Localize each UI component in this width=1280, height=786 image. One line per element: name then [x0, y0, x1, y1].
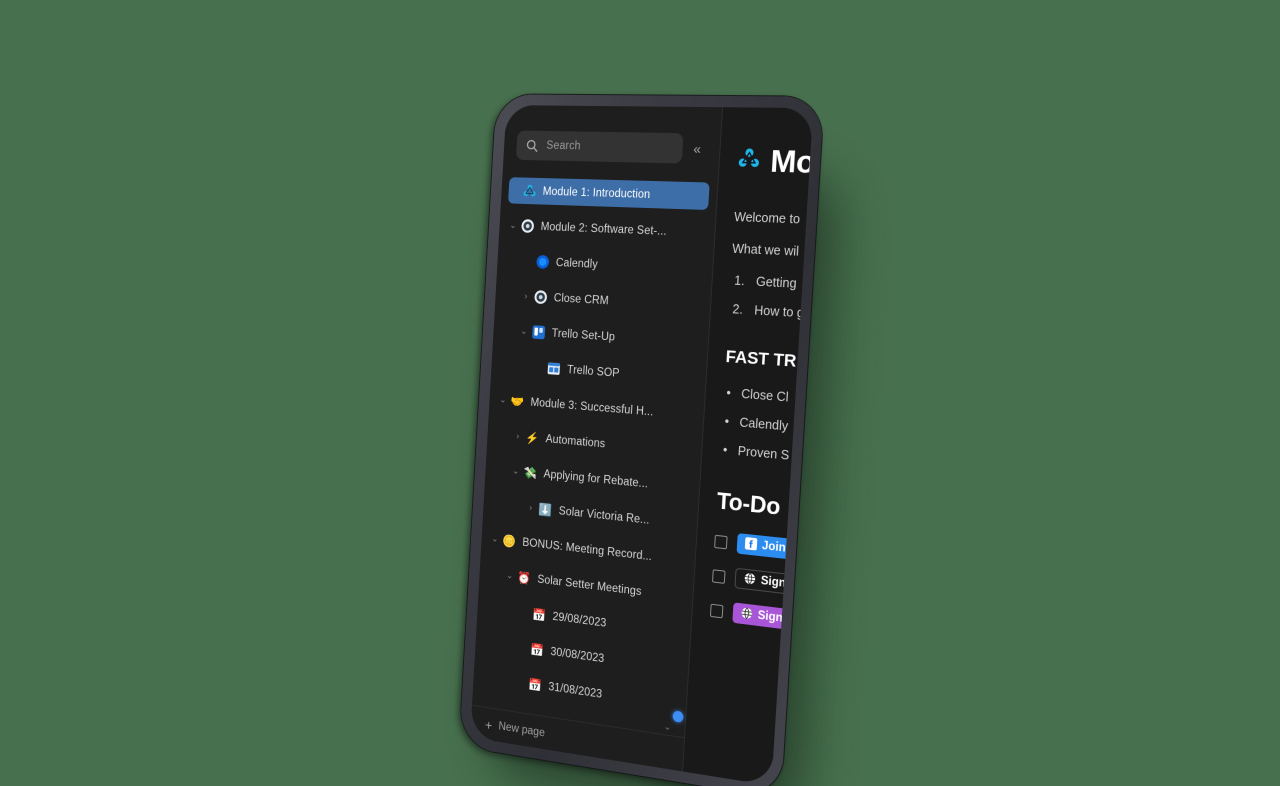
- globe-icon: [743, 571, 756, 588]
- tablet-device-frame: Search « Module 1: Introduction ⌄ Module 2…: [459, 94, 825, 786]
- notion-cube-icon: [521, 183, 538, 199]
- chevron-down-icon[interactable]: ⌄: [488, 533, 501, 544]
- sidebar-item-label: Solar Setter Meetings: [537, 573, 642, 598]
- todo-list: Join Sign Sign: [709, 531, 796, 630]
- sidebar-item-label: Module 1: Introduction: [542, 185, 651, 201]
- chevron-down-icon[interactable]: ⌄: [503, 570, 516, 581]
- device-screen: Search « Module 1: Introduction ⌄ Module 2…: [470, 105, 814, 786]
- page-header: Modu: [736, 142, 814, 182]
- chevron-right-icon[interactable]: ›: [519, 291, 532, 301]
- todo-link-button[interactable]: Sign: [734, 567, 796, 596]
- sidebar-item-label: Trello SOP: [566, 363, 620, 380]
- sidebar-item-label: Solar Victoria Re...: [558, 504, 650, 527]
- globe-icon: [740, 606, 753, 623]
- numbered-list: 1. Getting 2. How to g: [728, 273, 804, 320]
- list-text: How to g: [753, 303, 805, 321]
- sidebar-item-label: Applying for Rebate...: [543, 468, 649, 490]
- intro-paragraph-1: Welcome to: [733, 209, 801, 227]
- chevron-down-icon[interactable]: ⌄: [506, 220, 519, 230]
- page-title: Modu: [769, 142, 814, 182]
- sidebar-item-label: 31/08/2023: [548, 680, 603, 701]
- sidebar-item-label: Automations: [545, 432, 606, 450]
- todo-link-label: Sign: [760, 574, 787, 590]
- bullet-item: Close Cl: [723, 385, 796, 405]
- new-page-label: New page: [498, 720, 546, 739]
- sidebar-item-label: 30/08/2023: [550, 645, 605, 665]
- sidebar-item-label: Module 2: Software Set-...: [540, 220, 668, 238]
- todo-item: Sign: [712, 565, 796, 596]
- bullet-item: Calendly: [721, 414, 794, 434]
- todo-link-button[interactable]: Join: [736, 533, 795, 560]
- sidebar-header: Search «: [503, 105, 722, 172]
- chevron-down-icon[interactable]: ⌄: [517, 326, 530, 337]
- search-input[interactable]: Search: [515, 130, 684, 164]
- chevron-placeholder: [514, 682, 527, 684]
- list-number: 1.: [733, 273, 746, 289]
- todo-checkbox[interactable]: [712, 568, 726, 584]
- chevron-right-icon[interactable]: ›: [524, 502, 537, 513]
- trello-board-icon: [545, 360, 562, 377]
- sidebar-item-label: Close CRM: [553, 291, 610, 307]
- todo-checkbox[interactable]: [709, 603, 724, 618]
- lightning-emoji: ⚡: [524, 430, 540, 445]
- calendar-emoji: 📅: [529, 641, 545, 658]
- list-number: 2.: [732, 302, 744, 317]
- sidebar-item-label: 29/08/2023: [552, 610, 607, 630]
- chevron-placeholder: [516, 647, 529, 649]
- chevron-down-icon[interactable]: ⌄: [509, 466, 522, 476]
- todo-link-button[interactable]: Sign: [732, 602, 792, 630]
- search-icon: [525, 138, 539, 153]
- sidebar: Search « Module 1: Introduction ⌄ Module 2…: [470, 105, 724, 772]
- sidebar-item-label: Module 3: Successful H...: [530, 396, 654, 419]
- screenshot-stage: Search « Module 1: Introduction ⌄ Module 2…: [0, 0, 1280, 786]
- handshake-emoji: 🤝: [510, 393, 525, 409]
- sidebar-item[interactable]: › Close CRM: [519, 283, 703, 320]
- sidebar-item-label: Trello Set-Up: [551, 327, 616, 344]
- bullet-item: Proven S: [720, 442, 793, 463]
- calendar-emoji: 📅: [531, 606, 547, 623]
- page-tree: Module 1: Introduction ⌄ Module 2: Softwar…: [472, 167, 718, 737]
- numbered-list-item: 2. How to g: [728, 302, 804, 320]
- todo-item: Join: [714, 531, 795, 560]
- todo-link-label: Sign: [757, 609, 784, 625]
- trello-icon: [530, 324, 547, 341]
- notion-cube-icon: [737, 146, 762, 175]
- chevron-placeholder: [533, 367, 546, 368]
- todo-checkbox[interactable]: [714, 534, 728, 549]
- todo-item: Sign: [709, 600, 792, 630]
- bonus-coin-emoji: 🪙: [502, 533, 517, 549]
- numbered-list-item: 1. Getting: [730, 273, 803, 291]
- sidebar-item-label: BONUS: Meeting Record...: [522, 536, 653, 563]
- sidebar-item[interactable]: Module 1: Introduction: [507, 177, 710, 210]
- money-wings-emoji: 💸: [522, 465, 538, 481]
- alarm-calendar-emoji: ⏰: [516, 569, 532, 586]
- chevron-placeholder: [518, 612, 531, 614]
- facebook-icon: [744, 536, 758, 553]
- list-text: Getting: [755, 274, 798, 291]
- sidebar-item[interactable]: › ⚡ Automations: [511, 423, 695, 466]
- down-arrow-emoji: ⬇️: [537, 501, 553, 517]
- todo-link-label: Join: [761, 539, 787, 555]
- fast-track-bullet-list: Close Cl Calendly Proven S: [720, 385, 796, 463]
- sidebar-item[interactable]: Trello SOP: [532, 354, 699, 393]
- sidebar-item[interactable]: ⌄ 🤝 Module 3: Successful H...: [496, 386, 697, 429]
- collapse-sidebar-icon[interactable]: «: [688, 137, 707, 160]
- sidebar-item-label: Calendly: [555, 256, 599, 271]
- calendar-emoji: 📅: [527, 676, 543, 693]
- sidebar-item[interactable]: ⌄ Trello Set-Up: [517, 318, 701, 356]
- plus-icon: +: [484, 716, 493, 733]
- close-crm-icon: [532, 289, 549, 306]
- calendly-icon: [534, 254, 551, 270]
- close-crm-icon: [519, 218, 536, 234]
- scroll-down-chevron-icon[interactable]: ⌄: [663, 721, 672, 733]
- chevron-right-icon[interactable]: ›: [511, 431, 524, 441]
- chevron-down-icon[interactable]: ⌄: [496, 394, 509, 405]
- intro-paragraph-2: What we wil: [731, 241, 800, 259]
- sidebar-item[interactable]: ⌄ Module 2: Software Set-...: [506, 212, 708, 246]
- chevron-placeholder: [522, 261, 535, 262]
- sidebar-item[interactable]: Calendly: [521, 248, 705, 283]
- todo-heading: To-Do: [716, 487, 782, 520]
- search-placeholder: Search: [545, 139, 582, 153]
- fast-track-heading: FAST TR: [725, 346, 798, 371]
